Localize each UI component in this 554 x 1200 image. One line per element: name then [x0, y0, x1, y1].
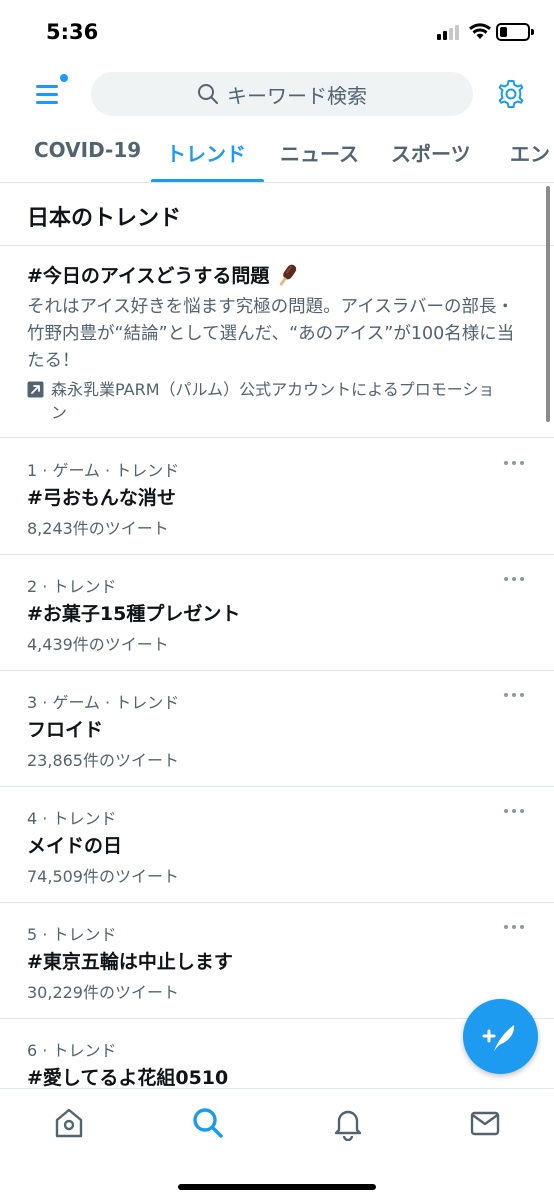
- trend-context: 5 · トレンド: [27, 925, 117, 944]
- cellular-signal-icon: [437, 24, 463, 40]
- more-options-icon[interactable]: [504, 691, 526, 699]
- trend-tweet-count: 8,243件のツイート: [27, 519, 169, 538]
- tab-trends[interactable]: トレンド: [166, 138, 246, 167]
- trend-tweet-count: 4,439件のツイート: [27, 635, 169, 654]
- trend-name: #弓おもんな消せ: [27, 487, 176, 509]
- trend-item[interactable]: 1 · ゲーム · トレンド #弓おもんな消せ 8,243件のツイート: [0, 439, 554, 555]
- trend-context: 2 · トレンド: [27, 577, 117, 596]
- tab-entertainment[interactable]: エン: [510, 138, 550, 167]
- home-icon[interactable]: [51, 1105, 87, 1141]
- top-header: キーワード検索: [0, 64, 554, 124]
- more-options-icon[interactable]: [504, 923, 526, 931]
- promoted-by-label: 森永乳業PARM（パルム）公式アカウントによるプロモーション: [51, 380, 495, 422]
- menu-button[interactable]: [32, 74, 68, 110]
- wifi-icon: [469, 23, 491, 39]
- settings-gear-icon[interactable]: [495, 78, 527, 110]
- trend-context: 3 · ゲーム · トレンド: [27, 693, 180, 712]
- trend-name: #東京五輪は中止します: [27, 951, 233, 973]
- trend-name: メイドの日: [27, 835, 123, 857]
- more-options-icon[interactable]: [504, 575, 526, 583]
- search-icon[interactable]: [190, 1105, 226, 1141]
- trend-tweet-count: 30,229件のツイート: [27, 983, 179, 1002]
- battery-icon: [496, 23, 534, 41]
- promoted-trend-description: それはアイス好きを悩ます究極の問題。アイスラバーの部長・竹野内豊が“結論”として…: [27, 297, 515, 371]
- search-placeholder: キーワード検索: [227, 83, 367, 108]
- trend-item[interactable]: 4 · トレンド メイドの日 74,509件のツイート: [0, 787, 554, 903]
- notifications-bell-icon[interactable]: [330, 1105, 366, 1141]
- search-icon: [198, 84, 218, 104]
- messages-envelope-icon[interactable]: [467, 1105, 503, 1141]
- trend-item[interactable]: 5 · トレンド #東京五輪は中止します 30,229件のツイート: [0, 903, 554, 1019]
- section-title: 日本のトレンド: [27, 206, 182, 231]
- promoted-trend-title-row: #今日のアイスどうする問題: [27, 261, 299, 288]
- trend-item[interactable]: 2 · トレンド #お菓子15種プレゼント 4,439件のツイート: [0, 555, 554, 671]
- promoted-trend[interactable]: #今日のアイスどうする問題 それはアイス好きを悩ます究極の問題。アイスラバーの部…: [0, 247, 554, 438]
- trend-name: #愛してるよ花組0510: [27, 1067, 229, 1089]
- search-input[interactable]: キーワード検索: [91, 72, 473, 116]
- trend-item[interactable]: 3 · ゲーム · トレンド フロイド 23,865件のツイート: [0, 671, 554, 787]
- tab-covid-19[interactable]: COVID-19: [34, 138, 141, 162]
- notification-dot: [60, 74, 68, 82]
- trend-context: 6 · トレンド: [27, 1041, 117, 1060]
- status-time: 5:36: [46, 20, 99, 44]
- compose-feather-icon: [482, 1025, 515, 1051]
- section-header: 日本のトレンド: [0, 183, 554, 246]
- compose-tweet-button[interactable]: [463, 999, 538, 1074]
- promoted-by: 森永乳業PARM（パルム）公式アカウントによるプロモーション: [27, 378, 497, 424]
- tab-sports[interactable]: スポーツ: [391, 138, 471, 167]
- trend-tweet-count: 74,509件のツイート: [27, 867, 179, 886]
- trend-context: 1 · ゲーム · トレンド: [27, 461, 180, 480]
- more-options-icon[interactable]: [504, 807, 526, 815]
- more-options-icon[interactable]: [504, 459, 526, 467]
- trend-name: #お菓子15種プレゼント: [27, 603, 241, 625]
- promoted-arrow-icon: [27, 381, 44, 398]
- tab-news[interactable]: ニュース: [280, 138, 359, 167]
- trend-context: 4 · トレンド: [27, 809, 117, 828]
- trend-tweet-count: 23,865件のツイート: [27, 751, 179, 770]
- status-bar: 5:36: [0, 0, 554, 64]
- trend-name: フロイド: [27, 719, 104, 741]
- bottom-navigation: [0, 1088, 554, 1200]
- ice-cream-bar-icon: [280, 264, 297, 286]
- explore-tabs: COVID-19 トレンド ニュース スポーツ エン: [0, 124, 554, 183]
- home-indicator[interactable]: [178, 1184, 376, 1190]
- promoted-trend-title: #今日のアイスどうする問題: [27, 265, 270, 287]
